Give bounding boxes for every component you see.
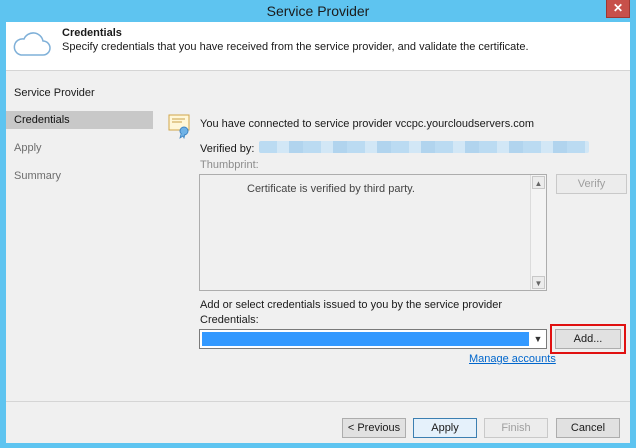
credentials-selected-value: [202, 332, 529, 346]
chevron-down-icon[interactable]: ▼: [532, 332, 544, 346]
add-select-credentials-label: Add or select credentials issued to you …: [200, 299, 503, 311]
credentials-panel: You have connected to service provider v…: [156, 71, 630, 401]
certificate-status-text: Certificate is verified by third party.: [247, 183, 415, 195]
add-credentials-button[interactable]: Add...: [555, 329, 621, 349]
close-button[interactable]: ✕: [606, 0, 630, 18]
nav-item-apply[interactable]: Apply: [6, 139, 153, 157]
wizard-client-area: Credentials Specify credentials that you…: [6, 22, 630, 443]
nav-item-credentials[interactable]: Credentials: [6, 111, 153, 129]
nav-item-service-provider[interactable]: Service Provider: [6, 84, 153, 102]
header-title: Credentials: [62, 27, 122, 39]
service-provider-window: Service Provider ✕ Credentials Specify c…: [0, 0, 636, 448]
credentials-label: Credentials:: [200, 314, 259, 326]
connection-status-text: You have connected to service provider v…: [200, 118, 535, 130]
scroll-down-icon[interactable]: ▼: [532, 276, 545, 289]
verify-button[interactable]: Verify: [556, 174, 627, 194]
certificate-icon: [168, 114, 190, 139]
certificate-scrollbar[interactable]: ▲ ▼: [530, 175, 546, 290]
apply-button[interactable]: Apply: [413, 418, 477, 438]
wizard-footer: < Previous Apply Finish Cancel: [6, 401, 630, 443]
finish-button[interactable]: Finish: [484, 418, 548, 438]
certificate-details-box[interactable]: Certificate is verified by third party. …: [199, 174, 547, 291]
manage-accounts-link[interactable]: Manage accounts: [469, 353, 556, 365]
nav-item-summary[interactable]: Summary: [6, 167, 153, 185]
scroll-up-icon[interactable]: ▲: [532, 176, 545, 189]
previous-button[interactable]: < Previous: [342, 418, 406, 438]
wizard-header: Credentials Specify credentials that you…: [6, 22, 630, 71]
credentials-dropdown[interactable]: ▼: [199, 329, 547, 349]
verified-by-value: [259, 141, 589, 153]
cancel-button[interactable]: Cancel: [556, 418, 620, 438]
wizard-steps-nav: Service Provider Credentials Apply Summa…: [6, 71, 156, 401]
window-title: Service Provider: [266, 3, 370, 19]
verified-by-label: Verified by:: [200, 143, 255, 155]
title-bar[interactable]: Service Provider ✕: [0, 0, 636, 22]
header-subtitle: Specify credentials that you have receiv…: [62, 41, 529, 53]
thumbprint-label: Thumbprint:: [200, 159, 259, 171]
cloud-icon: [13, 32, 51, 56]
